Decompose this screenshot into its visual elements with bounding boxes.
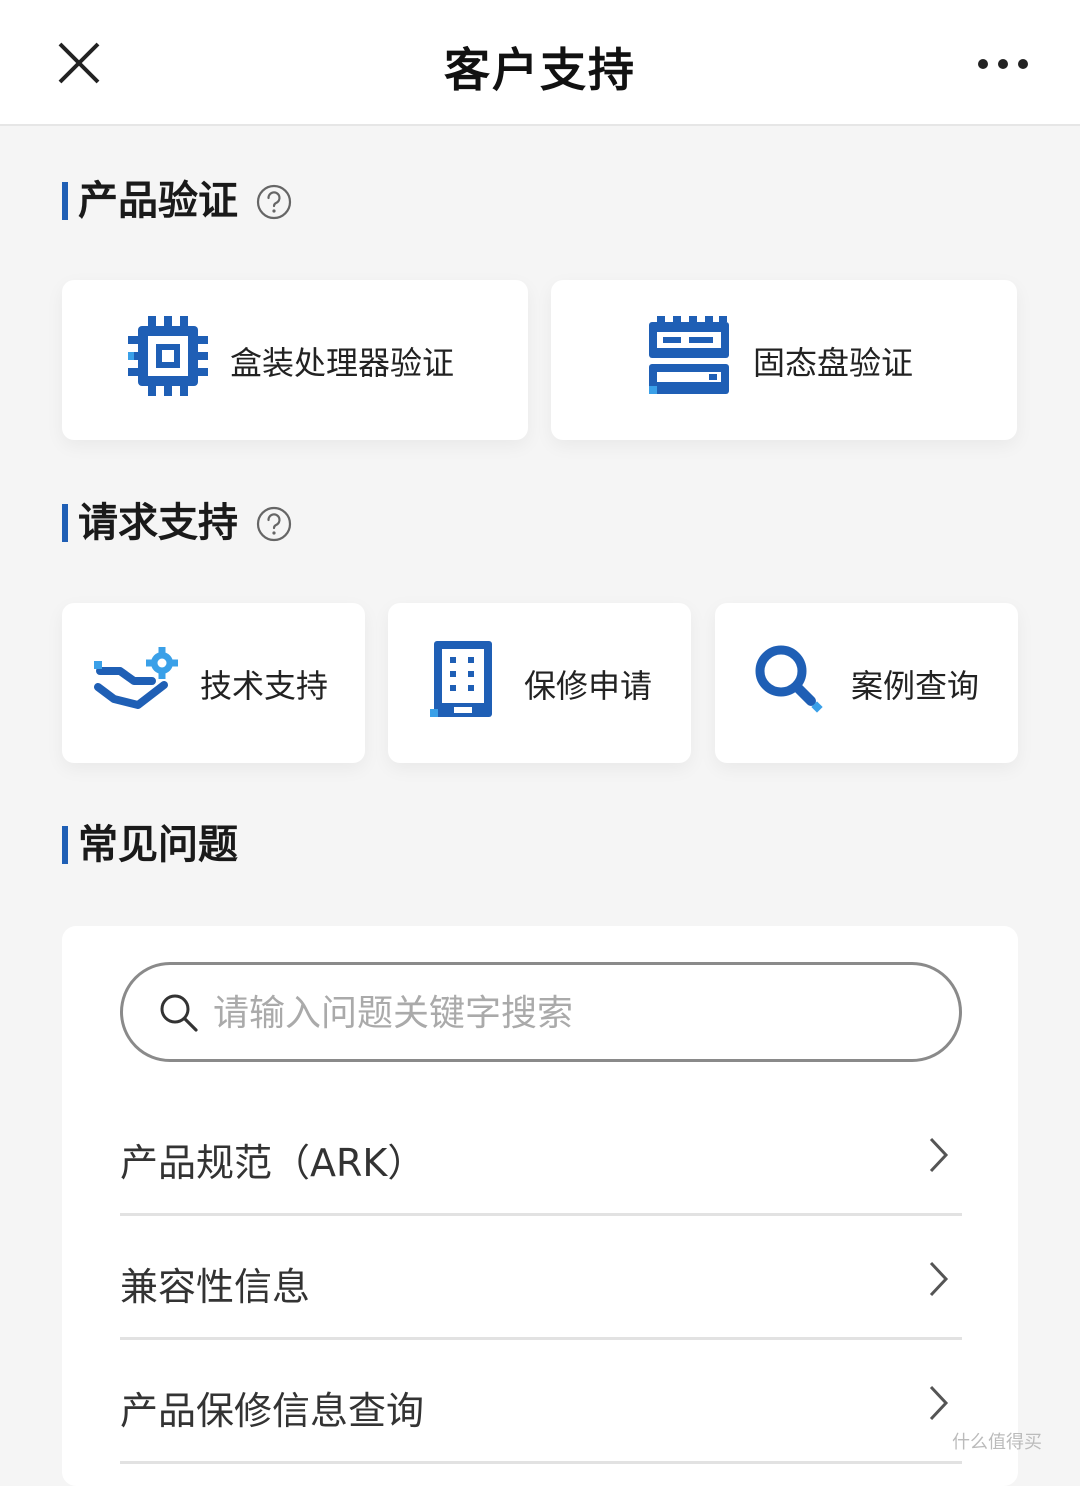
more-button[interactable] <box>972 50 1034 78</box>
help-icon[interactable] <box>256 506 292 542</box>
page-title: 客户支持 <box>444 43 636 97</box>
faq-item-compatibility-info[interactable]: 兼容性信息 <box>120 1216 962 1340</box>
card-warranty-application[interactable]: 保修申请 <box>388 603 691 763</box>
card-boxed-processor-verification[interactable]: 盒装处理器验证 <box>62 280 528 440</box>
card-label: 技术支持 <box>200 667 329 705</box>
card-label: 保修申请 <box>524 667 653 705</box>
cpu-chip-icon <box>128 316 208 396</box>
top-bar: 客户支持 <box>0 0 1080 126</box>
section-title-text: 请求支持 <box>78 500 238 546</box>
card-case-inquiry[interactable]: 案例查询 <box>715 603 1018 763</box>
card-label: 固态盘验证 <box>753 344 914 382</box>
search-icon <box>160 994 198 1032</box>
section-accent-bar <box>62 504 68 542</box>
faq-search-input[interactable] <box>213 985 913 1041</box>
more-icon <box>978 59 1028 69</box>
section-title-text: 常见问题 <box>78 822 238 868</box>
card-ssd-verification[interactable]: 固态盘验证 <box>551 280 1017 440</box>
section-accent-bar <box>62 182 68 220</box>
card-label: 案例查询 <box>851 667 980 705</box>
search-icon <box>755 645 823 713</box>
faq-search-box[interactable] <box>120 962 962 1062</box>
faq-item-product-specifications[interactable]: 产品规范（ARK） <box>120 1092 962 1216</box>
ssd-drive-icon <box>649 316 729 394</box>
section-title-faq: 常见问题 <box>62 822 238 868</box>
section-accent-bar <box>62 826 68 864</box>
section-title-request-support: 请求支持 <box>62 500 238 546</box>
help-icon[interactable] <box>256 184 292 220</box>
faq-item-label: 产品规范（ARK） <box>120 1141 426 1185</box>
chevron-right-icon <box>929 1261 949 1297</box>
card-technical-support[interactable]: 技术支持 <box>62 603 365 763</box>
card-label: 盒装处理器验证 <box>230 344 455 382</box>
building-icon <box>430 641 492 717</box>
faq-panel: 产品规范（ARK） 兼容性信息 产品保修信息查询 <box>62 926 1018 1486</box>
section-title-product-verification: 产品验证 <box>62 178 238 224</box>
watermark: 什么值得买 <box>952 1432 1042 1453</box>
chevron-right-icon <box>929 1137 949 1173</box>
faq-item-label: 产品保修信息查询 <box>120 1389 425 1433</box>
section-title-text: 产品验证 <box>78 178 238 224</box>
faq-item-warranty-info-query[interactable]: 产品保修信息查询 <box>120 1340 962 1464</box>
faq-item-label: 兼容性信息 <box>120 1265 311 1309</box>
hand-gear-icon <box>94 647 178 709</box>
chevron-right-icon <box>929 1385 949 1421</box>
